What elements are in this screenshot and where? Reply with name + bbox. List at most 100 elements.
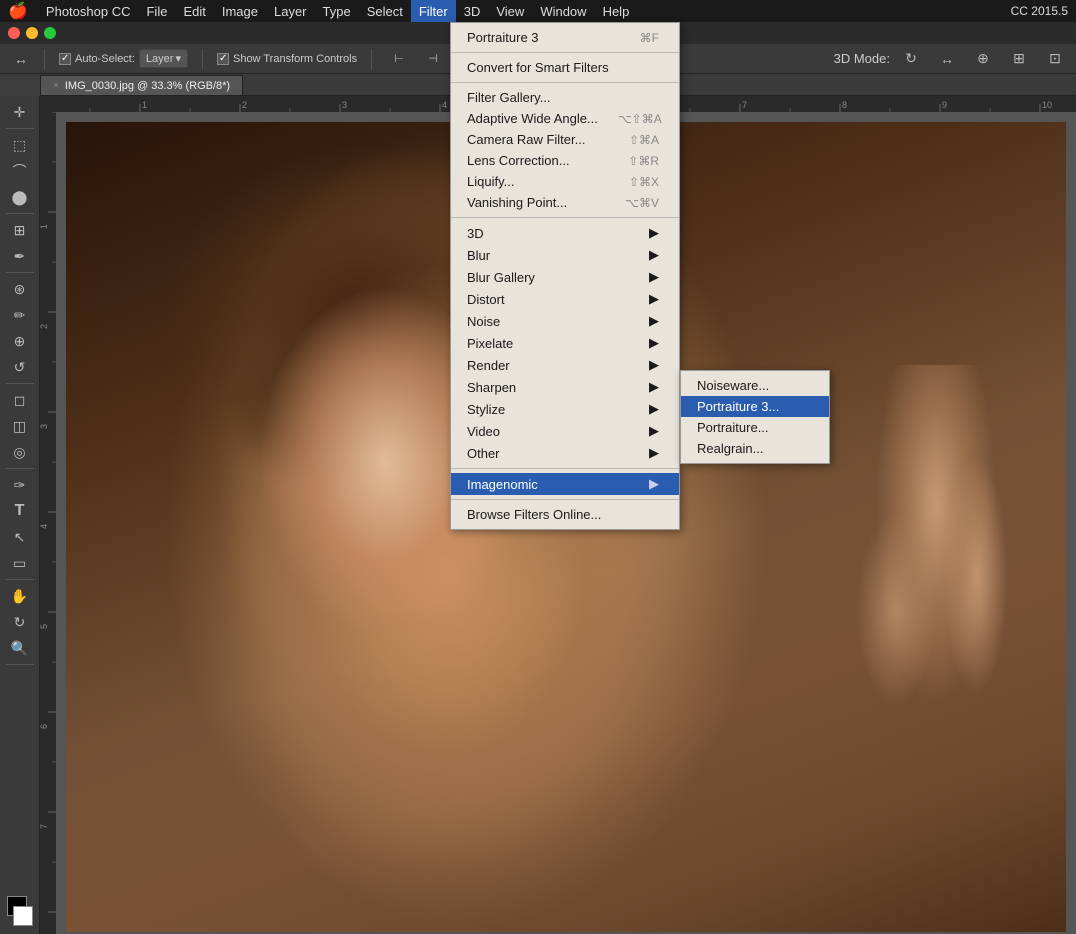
maximize-button[interactable] bbox=[44, 27, 56, 39]
ruler-corner bbox=[40, 96, 56, 112]
traffic-lights bbox=[8, 27, 56, 39]
menu-item-distort[interactable]: Distort ▶ bbox=[451, 288, 679, 310]
menu-item-label: Portraiture 3 bbox=[467, 30, 539, 45]
menu-item-camera-raw[interactable]: Camera Raw Filter... ⇧⌘A bbox=[451, 129, 679, 150]
align-btn-2[interactable]: ⊣ bbox=[418, 47, 448, 71]
show-transform-checkbox[interactable] bbox=[217, 53, 229, 65]
menu-select[interactable]: Select bbox=[359, 0, 411, 22]
menu-item-adaptive-wide[interactable]: Adaptive Wide Angle... ⌥⇧⌘A bbox=[451, 108, 679, 129]
menu-item-label: Liquify... bbox=[467, 174, 514, 189]
submenu-arrow: ▶ bbox=[649, 379, 659, 395]
hand-layer bbox=[816, 365, 1016, 715]
3d-mode-btn-3[interactable]: ⊕ bbox=[968, 47, 998, 71]
menu-type[interactable]: Type bbox=[315, 0, 359, 22]
menu-item-3d[interactable]: 3D ▶ bbox=[451, 222, 679, 244]
ruler-v-svg: 1 2 3 4 5 6 7 bbox=[40, 112, 56, 934]
shape-tool[interactable]: ▭ bbox=[5, 551, 35, 575]
move-tool[interactable]: ✛ bbox=[5, 100, 35, 124]
menu-window[interactable]: Window bbox=[532, 0, 594, 22]
submenu-item-label: Realgrain... bbox=[697, 441, 763, 456]
eraser-tool[interactable]: ◻ bbox=[5, 388, 35, 412]
close-button[interactable] bbox=[8, 27, 20, 39]
menu-item-lens-correction[interactable]: Lens Correction... ⇧⌘R bbox=[451, 150, 679, 171]
menu-photoshop[interactable]: Photoshop CC bbox=[38, 0, 139, 22]
3d-mode-btn-1[interactable]: ↻ bbox=[896, 47, 926, 71]
submenu-item-portraiture[interactable]: Portraiture... bbox=[681, 417, 829, 438]
pen-tool[interactable]: ✑ bbox=[5, 473, 35, 497]
rotate-view-tool[interactable]: ↻ bbox=[5, 610, 35, 634]
menu-item-noise[interactable]: Noise ▶ bbox=[451, 310, 679, 332]
menu-shortcut: ⌥⌘V bbox=[605, 196, 659, 210]
path-selection-tool[interactable]: ↖ bbox=[5, 525, 35, 549]
background-color[interactable] bbox=[13, 906, 33, 926]
svg-text:3: 3 bbox=[40, 424, 49, 429]
history-brush-tool[interactable]: ↺ bbox=[5, 355, 35, 379]
menu-edit[interactable]: Edit bbox=[175, 0, 213, 22]
3d-mode-btn-2[interactable]: ↔ bbox=[932, 47, 962, 71]
menu-item-blur-gallery[interactable]: Blur Gallery ▶ bbox=[451, 266, 679, 288]
menu-item-other[interactable]: Other ▶ bbox=[451, 442, 679, 464]
auto-select-checkbox[interactable] bbox=[59, 53, 71, 65]
menu-item-browse-filters[interactable]: Browse Filters Online... bbox=[451, 504, 679, 525]
marquee-tool[interactable]: ⬚ bbox=[5, 133, 35, 157]
submenu-arrow: ▶ bbox=[649, 247, 659, 263]
menu-item-label: Distort bbox=[467, 292, 505, 307]
lasso-tool[interactable]: ⌒ bbox=[5, 159, 35, 183]
menu-item-stylize[interactable]: Stylize ▶ bbox=[451, 398, 679, 420]
type-tool[interactable]: T bbox=[5, 499, 35, 523]
submenu-arrow: ▶ bbox=[649, 423, 659, 439]
apple-menu[interactable]: 🍎 bbox=[8, 1, 28, 21]
toolbar-separator-1 bbox=[44, 49, 45, 69]
menu-image[interactable]: Image bbox=[214, 0, 266, 22]
menu-item-label: Adaptive Wide Angle... bbox=[467, 111, 598, 126]
menu-item-liquify[interactable]: Liquify... ⇧⌘X bbox=[451, 171, 679, 192]
hand-tool[interactable]: ✋ bbox=[5, 584, 35, 608]
crop-tool[interactable]: ⊞ bbox=[5, 218, 35, 242]
menu-item-imagenomic[interactable]: Imagenomic ▶ bbox=[451, 473, 679, 495]
menu-item-convert-smart[interactable]: Convert for Smart Filters bbox=[451, 57, 679, 78]
tab-close[interactable]: × bbox=[53, 80, 59, 91]
healing-brush-tool[interactable]: ⊛ bbox=[5, 277, 35, 301]
submenu-item-realgrain[interactable]: Realgrain... bbox=[681, 438, 829, 459]
submenu-arrow: ▶ bbox=[649, 291, 659, 307]
menu-item-portraiture3-top[interactable]: Portraiture 3 ⌘F bbox=[451, 27, 679, 48]
document-tab[interactable]: × IMG_0030.jpg @ 33.3% (RGB/8*) bbox=[40, 75, 243, 95]
menu-item-vanishing-point[interactable]: Vanishing Point... ⌥⌘V bbox=[451, 192, 679, 213]
menu-item-render[interactable]: Render ▶ bbox=[451, 354, 679, 376]
brush-tool[interactable]: ✏ bbox=[5, 303, 35, 327]
imagenomic-submenu: Noiseware... Portraiture 3... Portraitur… bbox=[680, 370, 830, 464]
submenu-arrow: ▶ bbox=[649, 313, 659, 329]
quick-select-tool[interactable]: ⬤ bbox=[5, 185, 35, 209]
menu-item-filter-gallery[interactable]: Filter Gallery... bbox=[451, 87, 679, 108]
submenu-item-noiseware[interactable]: Noiseware... bbox=[681, 375, 829, 396]
submenu-arrow: ▶ bbox=[649, 335, 659, 351]
3d-mode-btn-5[interactable]: ⊡ bbox=[1040, 47, 1070, 71]
menu-item-label: Blur Gallery bbox=[467, 270, 535, 285]
menu-item-sharpen[interactable]: Sharpen ▶ bbox=[451, 376, 679, 398]
3d-mode-btn-4[interactable]: ⊞ bbox=[1004, 47, 1034, 71]
menu-layer[interactable]: Layer bbox=[266, 0, 315, 22]
clone-stamp-tool[interactable]: ⊕ bbox=[5, 329, 35, 353]
menu-shortcut: ⌥⇧⌘A bbox=[598, 112, 662, 126]
menu-item-pixelate[interactable]: Pixelate ▶ bbox=[451, 332, 679, 354]
menu-file[interactable]: File bbox=[138, 0, 175, 22]
menu-help[interactable]: Help bbox=[595, 0, 638, 22]
menu-item-label: 3D bbox=[467, 226, 484, 241]
move-tool-btn[interactable]: ↔ bbox=[6, 47, 36, 71]
zoom-tool[interactable]: 🔍 bbox=[5, 636, 35, 660]
menu-filter[interactable]: Filter bbox=[411, 0, 456, 22]
menu-view[interactable]: View bbox=[488, 0, 532, 22]
gradient-tool[interactable]: ◫ bbox=[5, 414, 35, 438]
submenu-item-portraiture3[interactable]: Portraiture 3... bbox=[681, 396, 829, 417]
menu-item-blur[interactable]: Blur ▶ bbox=[451, 244, 679, 266]
layer-dropdown[interactable]: Layer ▾ bbox=[139, 49, 188, 68]
svg-text:2: 2 bbox=[40, 324, 49, 329]
minimize-button[interactable] bbox=[26, 27, 38, 39]
align-btn-1[interactable]: ⊢ bbox=[384, 47, 414, 71]
dodge-tool[interactable]: ◎ bbox=[5, 440, 35, 464]
eyedropper-tool[interactable]: ✒ bbox=[5, 244, 35, 268]
menu-shortcut: ⌘F bbox=[620, 31, 659, 45]
menu-3d[interactable]: 3D bbox=[456, 0, 489, 22]
svg-text:2: 2 bbox=[242, 100, 247, 110]
menu-item-video[interactable]: Video ▶ bbox=[451, 420, 679, 442]
